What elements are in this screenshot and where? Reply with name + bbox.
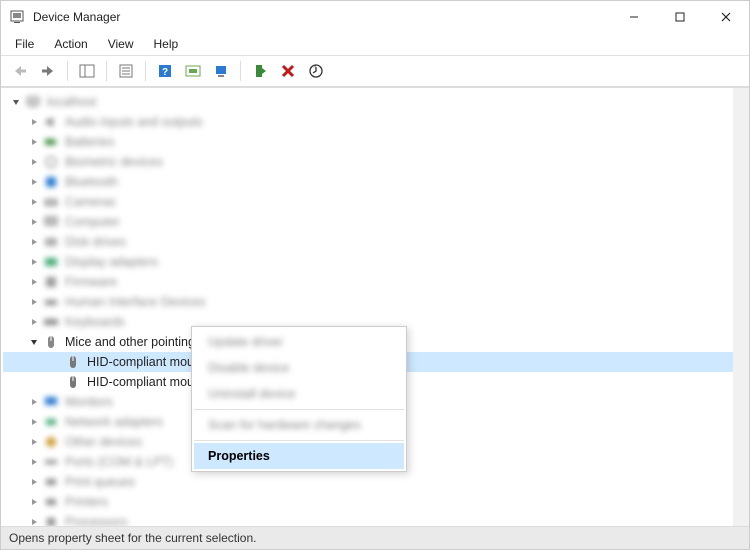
mouse-icon (65, 374, 81, 390)
category-disk[interactable]: Disk drives (3, 232, 733, 252)
tree-root[interactable]: localhost (3, 92, 733, 112)
monitor-icon (43, 394, 59, 410)
menu-view[interactable]: View (98, 35, 144, 53)
ctx-separator (194, 440, 404, 441)
network-icon (43, 414, 59, 430)
mouse-icon (43, 334, 59, 350)
scan-hardware-button[interactable] (180, 58, 206, 84)
category-cameras[interactable]: Cameras (3, 192, 733, 212)
forward-button[interactable] (35, 58, 61, 84)
svg-text:?: ? (162, 67, 168, 78)
category-hid[interactable]: Human Interface Devices (3, 292, 733, 312)
context-menu: Update driver Disable device Uninstall d… (191, 326, 407, 472)
computer-icon (25, 94, 41, 110)
menu-file[interactable]: File (5, 35, 44, 53)
category-printers[interactable]: Printers (3, 492, 733, 512)
help-button[interactable]: ? (152, 58, 178, 84)
back-button[interactable] (7, 58, 33, 84)
device-manager-icon (9, 9, 25, 25)
properties-button[interactable] (113, 58, 139, 84)
maximize-button[interactable] (657, 1, 703, 33)
device-manager-window: Device Manager File Action View Help ? (0, 0, 750, 550)
toolbar: ? (1, 55, 749, 87)
category-audio[interactable]: Audio inputs and outputs (3, 112, 733, 132)
window-title: Device Manager (33, 10, 120, 24)
battery-icon (43, 134, 59, 150)
category-printq[interactable]: Print queues (3, 472, 733, 492)
biometric-icon (43, 154, 59, 170)
category-display[interactable]: Display adapters (3, 252, 733, 272)
ctx-disable-device[interactable]: Disable device (194, 355, 404, 381)
statusbar: Opens property sheet for the current sel… (1, 526, 749, 549)
print-queue-icon (43, 474, 59, 490)
update-driver-button[interactable] (208, 58, 234, 84)
port-icon (43, 454, 59, 470)
pc-icon (43, 214, 59, 230)
close-button[interactable] (703, 1, 749, 33)
menu-help[interactable]: Help (144, 35, 189, 53)
firmware-icon (43, 274, 59, 290)
content-area: localhost Audio inputs and outputs Batte… (1, 87, 749, 526)
scan-button[interactable] (303, 58, 329, 84)
disk-icon (43, 234, 59, 250)
vertical-scrollbar[interactable] (733, 88, 749, 526)
category-bluetooth[interactable]: Bluetooth (3, 172, 733, 192)
menu-action[interactable]: Action (44, 35, 97, 53)
ctx-scan-hardware[interactable]: Scan for hardware changes (194, 412, 404, 438)
ctx-separator (194, 409, 404, 410)
camera-icon (43, 194, 59, 210)
category-computer[interactable]: Computer (3, 212, 733, 232)
category-firmware[interactable]: Firmware (3, 272, 733, 292)
display-adapter-icon (43, 254, 59, 270)
printer-icon (43, 494, 59, 510)
audio-icon (43, 114, 59, 130)
other-icon (43, 434, 59, 450)
ctx-uninstall-device[interactable]: Uninstall device (194, 381, 404, 407)
category-processors[interactable]: Processors (3, 512, 733, 526)
hid-icon (43, 294, 59, 310)
ctx-update-driver[interactable]: Update driver (194, 329, 404, 355)
ctx-properties[interactable]: Properties (194, 443, 404, 469)
mouse-icon (65, 354, 81, 370)
show-hide-tree-button[interactable] (74, 58, 100, 84)
titlebar: Device Manager (1, 1, 749, 33)
category-biometric[interactable]: Biometric devices (3, 152, 733, 172)
keyboard-icon (43, 314, 59, 330)
device-label: HID-compliant mouse (87, 375, 207, 389)
menubar: File Action View Help (1, 33, 749, 55)
uninstall-device-button[interactable] (275, 58, 301, 84)
device-label: HID-compliant mouse (87, 355, 207, 369)
bluetooth-icon (43, 174, 59, 190)
cpu-icon (43, 514, 59, 526)
category-batteries[interactable]: Batteries (3, 132, 733, 152)
status-text: Opens property sheet for the current sel… (9, 531, 256, 545)
enable-device-button[interactable] (247, 58, 273, 84)
minimize-button[interactable] (611, 1, 657, 33)
caret-down-icon[interactable] (27, 335, 41, 349)
